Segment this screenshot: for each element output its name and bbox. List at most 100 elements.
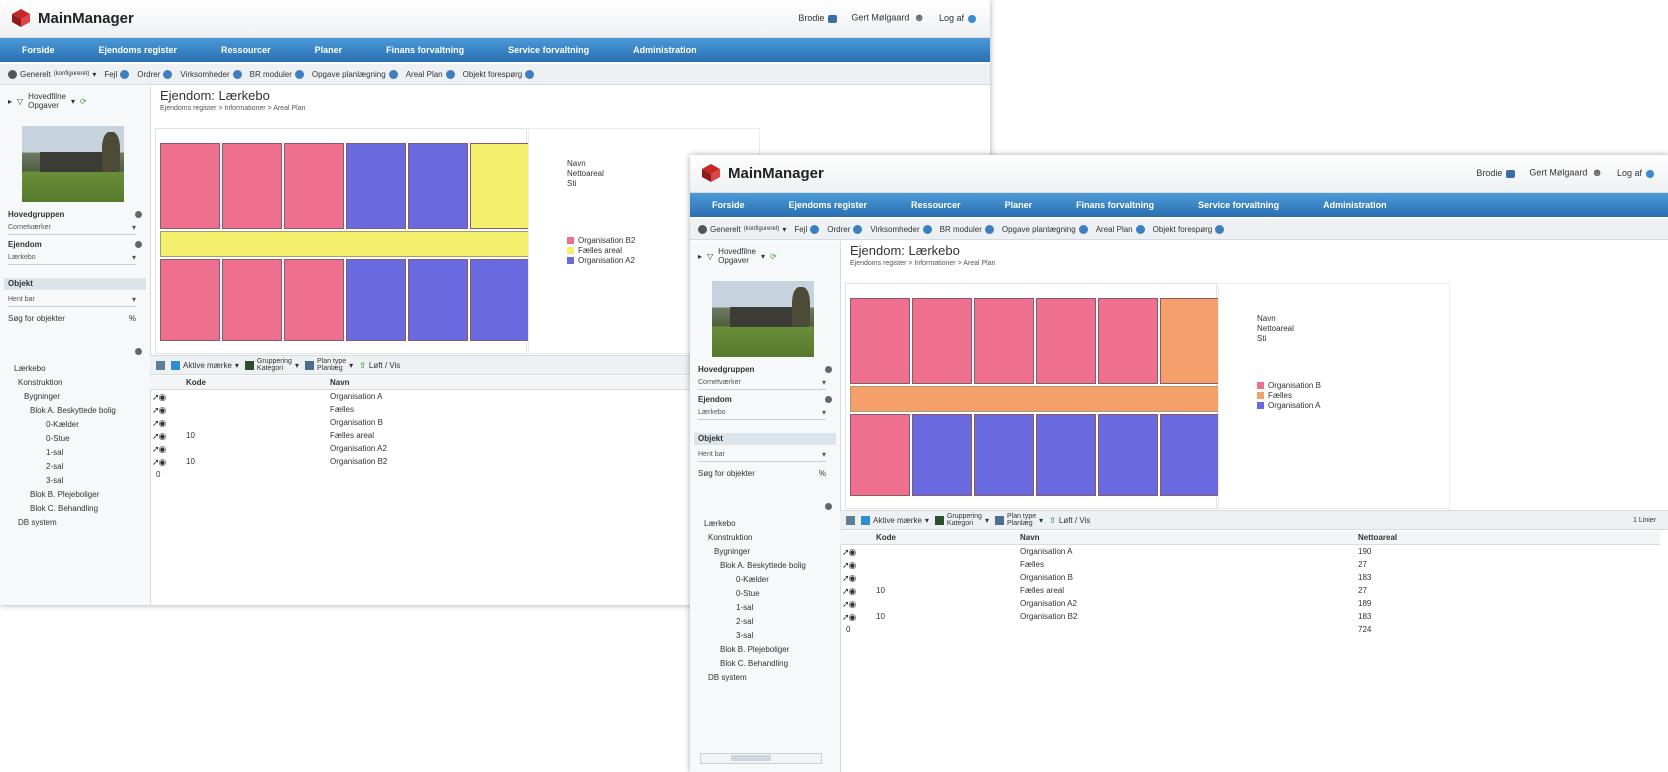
plan-room[interactable] <box>470 143 530 229</box>
tree-node[interactable]: Blok B. Plejeboliger <box>10 488 116 502</box>
edit-icon[interactable]: ➚◉ <box>152 457 166 468</box>
toolbar-item-br[interactable]: BR moduler <box>250 69 304 79</box>
edit-icon[interactable]: ➚◉ <box>842 599 856 610</box>
gear-icon[interactable] <box>135 211 142 218</box>
plan-room[interactable] <box>1160 298 1220 384</box>
gear-icon[interactable] <box>825 396 832 403</box>
nav-item-forside[interactable]: Forside <box>690 200 767 210</box>
property-select[interactable]: Lærkebo <box>698 408 826 420</box>
nav-item-forside[interactable]: Forside <box>0 45 77 55</box>
nav-item-ejendoms-register[interactable]: Ejendoms register <box>77 45 200 55</box>
gear-icon[interactable] <box>825 503 832 510</box>
plan-room[interactable] <box>1098 298 1158 384</box>
refresh-icon[interactable]: ⟳ <box>770 252 777 261</box>
move-button[interactable]: ⇧ Løft / Vis <box>359 361 400 370</box>
toolbar-item-fejl[interactable]: Fejl <box>104 69 130 79</box>
plan-room[interactable] <box>284 143 344 229</box>
tree-node[interactable]: Bygninger <box>700 545 806 559</box>
group-select[interactable]: Cornetværker <box>8 223 136 235</box>
plan-room[interactable] <box>912 298 972 384</box>
plan-room[interactable] <box>1160 414 1220 496</box>
object-search[interactable]: Søg for objekter% <box>8 314 136 323</box>
logout-link[interactable]: Log af <box>1617 168 1654 178</box>
toolbar-item-areal-plan[interactable]: Areal Plan <box>406 69 455 79</box>
nav-item-administration[interactable]: Administration <box>611 45 719 55</box>
col-code[interactable]: Kode <box>876 533 896 542</box>
move-button[interactable]: ⇧ Løft / Vis <box>1049 516 1090 525</box>
gear-icon[interactable] <box>135 241 142 248</box>
col-area[interactable]: Nettoareal <box>1358 533 1397 542</box>
plan-room[interactable] <box>974 414 1034 496</box>
plan-room[interactable] <box>470 259 530 341</box>
toolbar-item-areal-plan[interactable]: Areal Plan <box>1096 224 1145 234</box>
plantype-select[interactable]: Plan type Planlæg ▾ <box>304 358 353 372</box>
table-row[interactable]: ➚◉ 10 Organisation B2 183 <box>840 610 1660 623</box>
nav-item-administration[interactable]: Administration <box>1301 200 1409 210</box>
plan-room[interactable] <box>1098 414 1158 496</box>
gear-icon[interactable] <box>135 348 142 355</box>
toolbar-start[interactable]: Generelt (konfigureret) ▾ <box>698 224 786 234</box>
edit-icon[interactable]: ➚◉ <box>152 405 166 416</box>
floor-plan[interactable] <box>155 128 530 354</box>
plan-room[interactable] <box>346 259 406 341</box>
filter-select[interactable]: ▸ ▽ Hovedfilne Opgaver ▾ ⟳ <box>698 247 777 265</box>
grouping-select[interactable]: Gruppering Kategori ▾ <box>934 513 989 527</box>
user-link[interactable]: Brodie <box>798 13 838 23</box>
table-row[interactable]: ➚◉ Fælles 27 <box>840 558 1660 571</box>
breadcrumb[interactable]: Ejendoms register > Informationer > Area… <box>160 105 306 112</box>
edit-icon[interactable]: ➚◉ <box>842 547 856 558</box>
tree-node[interactable]: 1-sal <box>10 446 116 460</box>
tree-node[interactable]: 0-Stue <box>10 432 116 446</box>
tree-node[interactable]: Blok C. Behandling <box>10 502 116 516</box>
table-row[interactable]: ➚◉ Organisation A 190 <box>840 545 1660 558</box>
edit-icon[interactable]: ➚◉ <box>152 392 166 403</box>
tree-node[interactable]: Blok A. Beskyttede bolig <box>700 559 806 573</box>
edit-icon[interactable]: ➚◉ <box>842 573 856 584</box>
table-icon[interactable] <box>846 515 855 525</box>
toolbar-item-fejl[interactable]: Fejl <box>794 224 820 234</box>
profile-link[interactable]: Gert Mølgaard ☻ <box>851 12 925 24</box>
actions-button[interactable]: Aktive mærke ▾ <box>861 515 929 525</box>
tree-node[interactable]: DB system <box>10 516 116 530</box>
gear-icon[interactable] <box>825 366 832 373</box>
nav-item-service[interactable]: Service forvaltning <box>1176 200 1301 210</box>
edit-icon[interactable]: ➚◉ <box>842 612 856 623</box>
tree-node[interactable]: Blok A. Beskyttede bolig <box>10 404 116 418</box>
refresh-icon[interactable]: ⟳ <box>80 97 87 106</box>
toolbar-start[interactable]: Generelt (konfigureret) ▾ <box>8 69 96 79</box>
col-name[interactable]: Navn <box>1020 533 1040 542</box>
plan-room[interactable] <box>160 259 220 341</box>
grouping-select[interactable]: Gruppering Kategori ▾ <box>244 358 299 372</box>
table-row[interactable]: ➚◉ Organisation A2 189 <box>840 597 1660 610</box>
toolbar-item-objekt[interactable]: Objekt forespørg <box>463 69 535 79</box>
tree-node[interactable]: Blok B. Plejeboliger <box>700 643 806 657</box>
toolbar-item-opgave[interactable]: Opgave planlægning <box>312 69 398 79</box>
tree-node[interactable]: 2-sal <box>700 615 806 629</box>
tree-node[interactable]: 3-sal <box>10 474 116 488</box>
plan-room[interactable] <box>408 143 468 229</box>
object-select[interactable]: Hent bar <box>8 295 136 307</box>
col-name[interactable]: Navn <box>330 378 350 387</box>
edit-icon[interactable]: ➚◉ <box>152 431 166 442</box>
logout-link[interactable]: Log af <box>939 13 976 23</box>
plan-room[interactable] <box>912 414 972 496</box>
tree-node[interactable]: 0-Kælder <box>700 573 806 587</box>
plan-room[interactable] <box>850 298 910 384</box>
tree-node[interactable]: Bygninger <box>10 390 116 404</box>
plan-room[interactable] <box>850 414 910 496</box>
tree-node[interactable]: 3-sal <box>700 629 806 643</box>
toolbar-item-virksomheder[interactable]: Virksomheder <box>870 224 932 234</box>
tree-node[interactable]: DB system <box>700 671 806 685</box>
plan-room[interactable] <box>1036 414 1096 496</box>
plan-corridor[interactable] <box>160 231 530 257</box>
nav-item-planer[interactable]: Planer <box>293 45 365 55</box>
object-search[interactable]: Søg for objekter% <box>698 469 826 478</box>
horizontal-scrollbar[interactable] <box>700 753 822 764</box>
edit-icon[interactable]: ➚◉ <box>152 444 166 455</box>
table-row[interactable]: ➚◉ 10 Fælles areal 27 <box>840 584 1660 597</box>
nav-item-service[interactable]: Service forvaltning <box>486 45 611 55</box>
group-select[interactable]: Cornetværker <box>698 378 826 390</box>
tree-node[interactable]: Lærkebo <box>10 362 116 376</box>
plantype-select[interactable]: Plan type Planlæg ▾ <box>994 513 1043 527</box>
breadcrumb[interactable]: Ejendoms register > Informationer > Area… <box>850 260 996 267</box>
